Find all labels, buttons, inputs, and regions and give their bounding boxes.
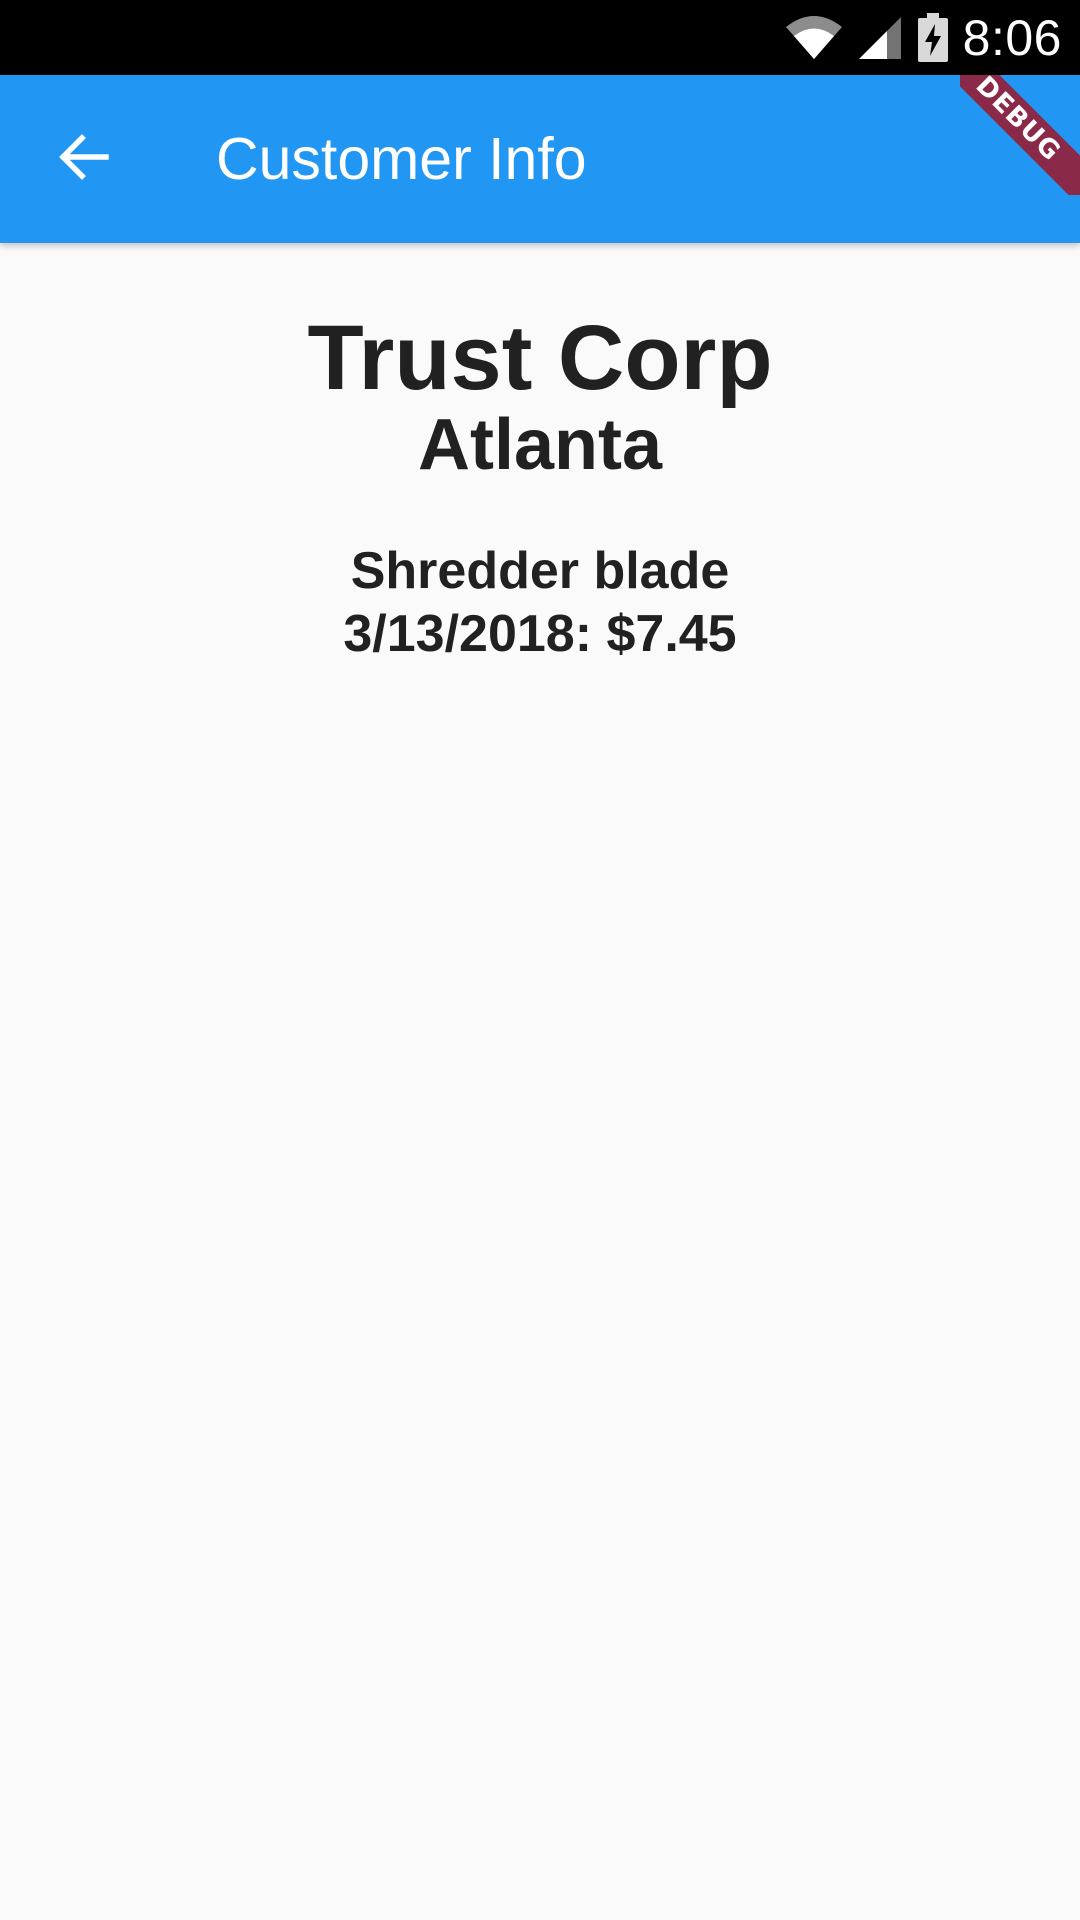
status-clock: 8:06 xyxy=(962,9,1062,66)
customer-name: Trust Corp xyxy=(307,307,773,409)
back-button[interactable] xyxy=(40,115,128,203)
page-title: Customer Info xyxy=(216,126,587,192)
purchase-date-amount: 3/13/2018: $7.45 xyxy=(343,605,737,663)
debug-banner: DEBUG xyxy=(960,75,1080,195)
cell-signal-icon xyxy=(857,15,903,61)
status-icons: 8:06 xyxy=(785,0,1062,75)
wifi-icon xyxy=(785,15,843,61)
app-bar: Customer Info DEBUG xyxy=(0,75,1080,243)
battery-charging-icon xyxy=(917,12,949,63)
customer-city: Atlanta xyxy=(417,405,663,485)
purchase-item-name: Shredder blade xyxy=(350,542,730,600)
status-bar: 8:06 xyxy=(0,0,1080,75)
arrow-back-icon xyxy=(58,131,110,188)
debug-banner-label: DEBUG xyxy=(960,75,1080,195)
